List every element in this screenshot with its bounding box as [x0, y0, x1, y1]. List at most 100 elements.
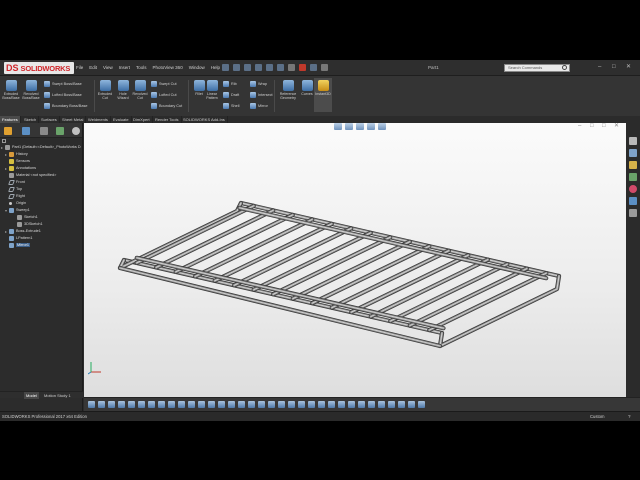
- line-icon[interactable]: [208, 401, 215, 408]
- curvature-icon[interactable]: [388, 401, 395, 408]
- tree-item-annotations[interactable]: ▸ Annotations: [5, 165, 36, 171]
- open-icon[interactable]: [233, 64, 240, 71]
- intersect-button[interactable]: Intersect: [250, 91, 273, 99]
- graphics-area[interactable]: – □ □ ✕: [84, 123, 626, 397]
- tree-item-mirror1[interactable]: Mirror1: [5, 242, 31, 248]
- tab-render-tools[interactable]: Render Tools: [153, 116, 182, 123]
- view-palette-icon[interactable]: [629, 173, 637, 181]
- instant3d-button[interactable]: Instant3D: [314, 78, 332, 112]
- boundary-boss-button[interactable]: Boundary Boss/Base: [44, 102, 87, 110]
- property-manager-icon[interactable]: [22, 127, 30, 135]
- tree-item-boss-extrude1[interactable]: ▸ Boss-Extrude1: [5, 228, 41, 234]
- configuration-manager-icon[interactable]: [40, 127, 48, 135]
- linear-pattern-icon[interactable]: [288, 401, 295, 408]
- save-icon[interactable]: [244, 64, 251, 71]
- revolved-boss-button[interactable]: Revolved Boss/Base: [22, 78, 40, 100]
- tree-item-sketch1[interactable]: Sketch1: [13, 214, 38, 220]
- lofted-boss-button[interactable]: Lofted Boss/Base: [44, 91, 82, 99]
- new-icon[interactable]: [222, 64, 229, 71]
- sketch-icon[interactable]: [188, 401, 195, 408]
- menu-window[interactable]: Window: [189, 65, 205, 70]
- tab-evaluate[interactable]: Evaluate: [111, 116, 132, 123]
- custom-properties-icon[interactable]: [629, 197, 637, 205]
- zebra-icon[interactable]: [398, 401, 405, 408]
- undercut-icon[interactable]: [358, 401, 365, 408]
- trim-icon[interactable]: [258, 401, 265, 408]
- appearances-icon[interactable]: [629, 185, 637, 193]
- file-explorer-icon[interactable]: [629, 161, 637, 169]
- revolved-cut-button[interactable]: Revolved Cut: [131, 78, 149, 100]
- help-icon[interactable]: ?: [628, 414, 631, 419]
- mass-properties-icon[interactable]: [308, 401, 315, 408]
- tab-surfaces[interactable]: Surfaces: [39, 116, 60, 123]
- shell-button[interactable]: Shell: [223, 102, 239, 110]
- tree-item-3dsketch1[interactable]: 3DSketch1: [13, 221, 43, 227]
- zoom-icon[interactable]: [118, 401, 125, 408]
- design-library-icon[interactable]: [629, 149, 637, 157]
- tree-item-right-plane[interactable]: Right: [5, 193, 25, 199]
- lofted-cut-button[interactable]: Lofted Cut: [151, 91, 177, 99]
- hide-show-icon[interactable]: [148, 401, 155, 408]
- swept-cut-button[interactable]: Swept Cut: [151, 80, 177, 88]
- boundary-cut-button[interactable]: Boundary Cut: [151, 102, 182, 110]
- minimize-icon[interactable]: –: [598, 64, 604, 70]
- mirror-button[interactable]: Mirror: [250, 102, 268, 110]
- rebuild-icon[interactable]: [299, 64, 306, 71]
- extruded-cut-button[interactable]: Extruded Cut: [96, 78, 114, 100]
- edit-appearance-icon[interactable]: [158, 401, 165, 408]
- unit-system[interactable]: Custom: [590, 414, 604, 419]
- oven-rack-model[interactable]: [84, 123, 626, 397]
- search-commands-input[interactable]: Search Commands: [504, 64, 570, 72]
- tree-item-top-plane[interactable]: Top: [5, 186, 22, 192]
- section-properties-icon[interactable]: [318, 401, 325, 408]
- menu-view[interactable]: View: [103, 65, 113, 70]
- menu-photoview[interactable]: PhotoView 360: [153, 65, 183, 70]
- print-icon[interactable]: [255, 64, 262, 71]
- extruded-boss-button[interactable]: Extruded Boss/Base: [2, 78, 20, 100]
- linear-pattern-button[interactable]: Linear Pattern: [203, 78, 221, 100]
- tree-item-front-plane[interactable]: Front: [5, 179, 25, 185]
- maximize-icon[interactable]: □: [612, 64, 618, 70]
- tab-motion-study[interactable]: Motion Study 1: [42, 392, 73, 399]
- display-style-icon[interactable]: [138, 401, 145, 408]
- feature-tree-icon[interactable]: [4, 127, 12, 135]
- measure-icon[interactable]: [298, 401, 305, 408]
- dimxpert-manager-icon[interactable]: [56, 127, 64, 135]
- undo-icon[interactable]: [266, 64, 273, 71]
- tab-dimxpert[interactable]: DimXpert: [131, 116, 153, 123]
- search-icon[interactable]: [562, 65, 567, 70]
- tab-addins[interactable]: SOLIDWORKS Add-Ins: [181, 116, 228, 123]
- tree-item-sensors[interactable]: Sensors: [5, 158, 30, 164]
- view-settings-icon[interactable]: [178, 401, 185, 408]
- tab-features[interactable]: Features: [0, 116, 21, 123]
- tab-sketch[interactable]: Sketch: [22, 116, 40, 123]
- tree-item-history[interactable]: ▸ History: [5, 151, 28, 157]
- forum-icon[interactable]: [629, 209, 637, 217]
- menu-tools[interactable]: Tools: [136, 65, 147, 70]
- circle-icon[interactable]: [228, 401, 235, 408]
- menu-file[interactable]: File: [76, 65, 83, 70]
- thickness-icon[interactable]: [378, 401, 385, 408]
- apply-scene-icon[interactable]: [168, 401, 175, 408]
- tree-item-material[interactable]: Material <not specified>: [5, 172, 56, 178]
- pan-icon[interactable]: [108, 401, 115, 408]
- rotate-icon[interactable]: [98, 401, 105, 408]
- section-icon[interactable]: [128, 401, 135, 408]
- tree-item-lpattern1[interactable]: LPattern1: [5, 235, 32, 241]
- select-icon[interactable]: [288, 64, 295, 71]
- solidworks-logo[interactable]: DS SOLIDWORKS: [4, 62, 75, 74]
- tree-root[interactable]: ▸ Part1 (Default<<Default>_PhotoWorks D: [1, 144, 81, 150]
- menu-edit[interactable]: Edit: [89, 65, 97, 70]
- close-icon[interactable]: ✕: [626, 64, 632, 70]
- tab-model[interactable]: Model: [24, 392, 39, 399]
- tree-item-sweep1[interactable]: ▾ Sweep1: [5, 207, 30, 213]
- mirror-entities-icon[interactable]: [278, 401, 285, 408]
- symmetry-icon[interactable]: [418, 401, 425, 408]
- file-properties-icon[interactable]: [310, 64, 317, 71]
- options-icon[interactable]: [321, 64, 328, 71]
- geometry-analysis-icon[interactable]: [338, 401, 345, 408]
- hole-wizard-button[interactable]: Hole Wizard: [114, 78, 132, 100]
- tab-sheet-metal[interactable]: Sheet Metal: [60, 116, 87, 123]
- wrap-button[interactable]: Wrap: [250, 80, 267, 88]
- home-icon[interactable]: [629, 137, 637, 145]
